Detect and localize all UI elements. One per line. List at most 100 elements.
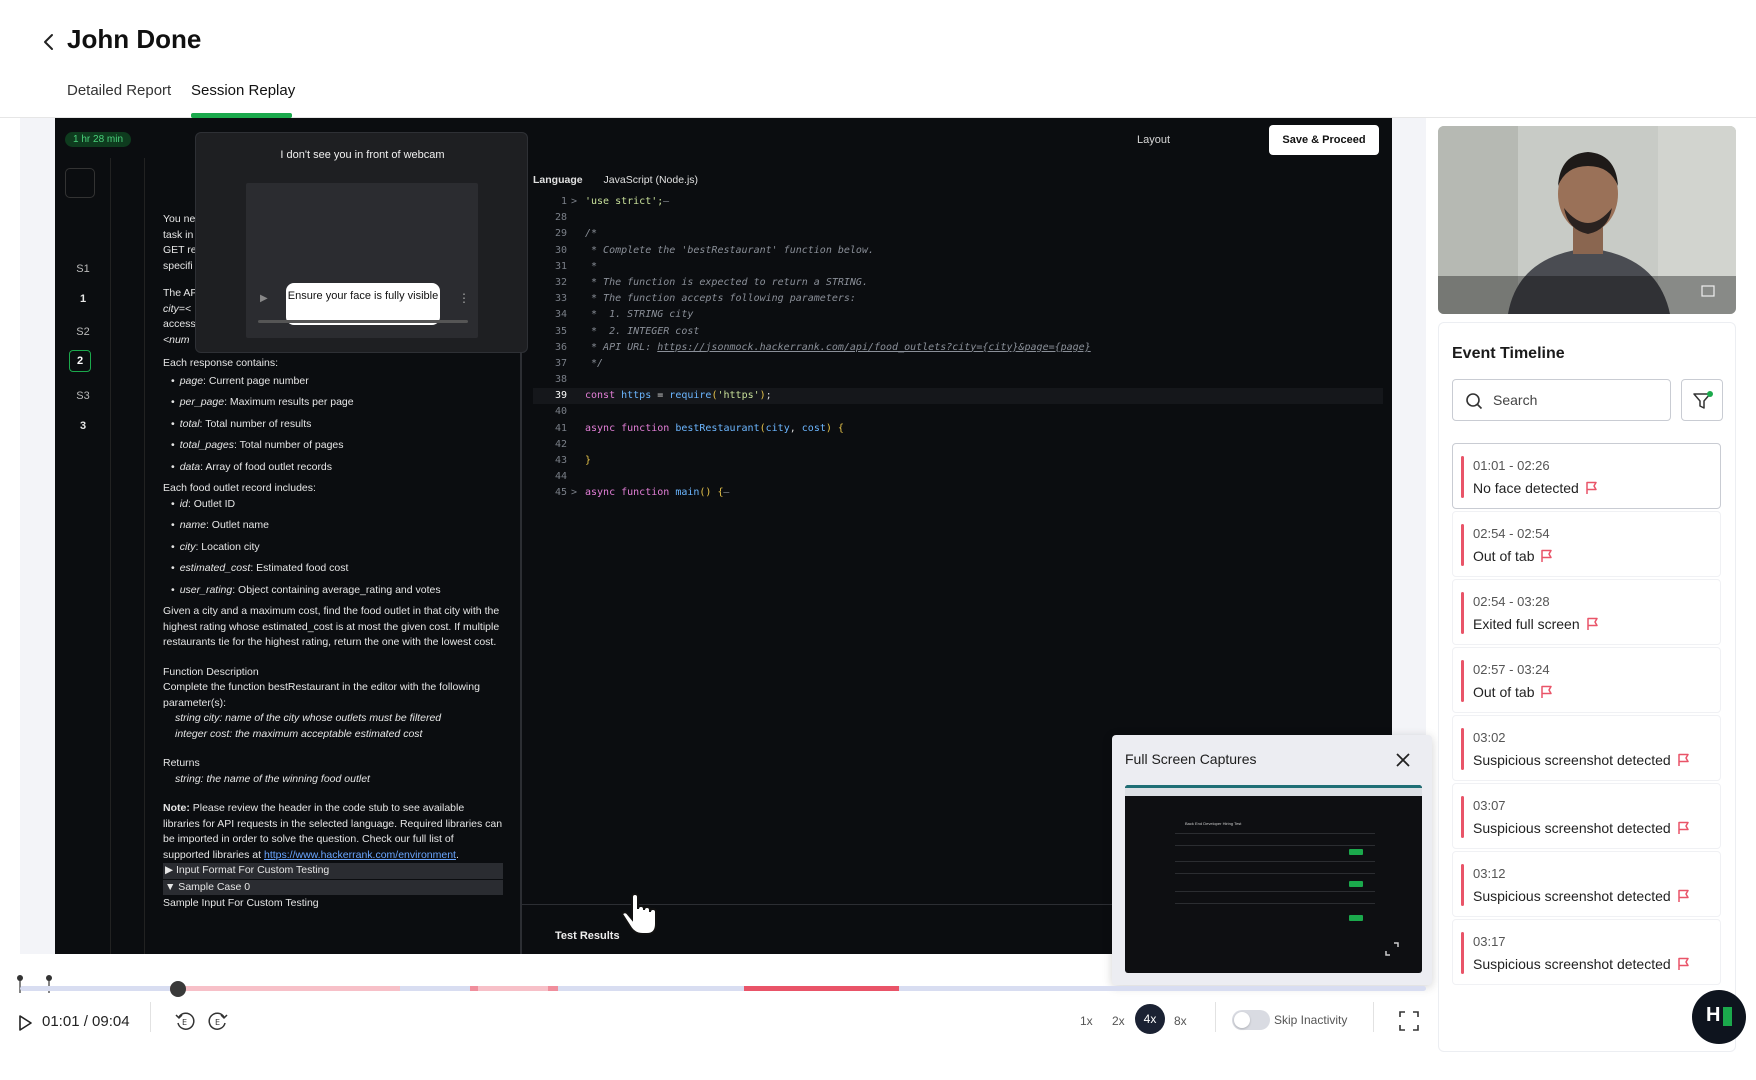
forward-event-icon[interactable]: E	[207, 1010, 229, 1032]
screen-capture-thumbnail[interactable]: Back End Developer Hiring Test	[1125, 785, 1422, 973]
tab-detailed-report[interactable]: Detailed Report	[67, 82, 171, 99]
timeline-event[interactable]: 02:54 - 03:28 Exited full screen	[1452, 579, 1721, 645]
code-token: main	[675, 487, 700, 499]
line-number: 40	[554, 406, 567, 418]
question-section-s1: S1	[76, 263, 90, 275]
flag-icon	[1677, 753, 1689, 766]
fullscreen-icon[interactable]	[1398, 1010, 1420, 1032]
timeline-event[interactable]: 03:07 Suspicious screenshot detected	[1452, 783, 1721, 849]
speed-1x-button[interactable]: 1x	[1080, 1014, 1093, 1028]
thumb-green-button	[1349, 915, 1363, 921]
code-line: 41 async function bestRestaurant(city, co…	[533, 421, 1383, 437]
svg-text:E: E	[215, 1018, 220, 1027]
code-token: —	[663, 196, 670, 207]
playback-controls: 01:01 / 09:04 E E 1x 2x 4x 8x Skip Inact…	[0, 1002, 1440, 1050]
response-item: data: Array of food outlet records	[171, 460, 503, 476]
question-nav: S1 1 S2 2 S3 3	[55, 158, 111, 954]
tab-session-replay[interactable]: Session Replay	[191, 82, 295, 99]
timeline-scrubber[interactable]	[20, 986, 1426, 991]
candidate-webcam-snapshot[interactable]	[1438, 126, 1736, 314]
returns-text: string: the name of the winning food out…	[175, 772, 370, 785]
code-line: 36 * API URL: https://jsonmock.hackerran…	[533, 340, 1383, 356]
timeline-event[interactable]: 03:02 Suspicious screenshot detected	[1452, 715, 1721, 781]
code-line: 44	[533, 469, 1383, 485]
speed-2x-button[interactable]: 2x	[1112, 1014, 1125, 1028]
code-token: ,	[789, 422, 802, 434]
code-token: /*	[585, 228, 598, 240]
timeline-event[interactable]: 03:17 Suspicious screenshot detected	[1452, 919, 1721, 985]
line-number: 32	[554, 276, 567, 288]
record-item: id: Outlet ID	[171, 497, 503, 513]
line-number: 42	[554, 438, 567, 450]
separator	[1373, 1002, 1374, 1032]
event-segment	[170, 986, 400, 991]
candidate-photo	[1438, 126, 1736, 314]
event-time: 03:12	[1473, 866, 1506, 881]
rewind-event-icon[interactable]: E	[174, 1010, 196, 1032]
timeline-event[interactable]: 01:01 - 02:26 No face detected	[1452, 443, 1721, 509]
fold-arrow-icon: >	[571, 487, 578, 499]
fold-arrow-icon: >	[571, 196, 578, 207]
event-time: 01:01 - 02:26	[1473, 458, 1550, 473]
play-icon[interactable]	[14, 1012, 36, 1034]
full-screen-captures-title: Full Screen Captures	[1125, 751, 1257, 767]
timeline-event[interactable]: 03:12 Suspicious screenshot detected	[1452, 851, 1721, 917]
hackerrank-logo-icon: H	[1706, 1004, 1721, 1026]
flag-icon	[1677, 889, 1689, 902]
thumb-row	[1175, 903, 1375, 904]
hackerrank-logo-button[interactable]: H	[1692, 990, 1746, 1044]
search-input[interactable]: Search	[1452, 379, 1671, 421]
event-segment	[478, 986, 548, 991]
response-list: page: Current page number per_page: Maxi…	[163, 374, 503, 476]
code-line: 43}	[533, 453, 1383, 469]
code-line: 30 * Complete the 'bestRestaurant' funct…	[533, 243, 1383, 259]
event-time: 02:54 - 03:28	[1473, 594, 1550, 609]
speed-8x-button[interactable]: 8x	[1174, 1014, 1187, 1028]
event-accent-bar	[1461, 864, 1464, 906]
event-timeline-panel: Event Timeline Search 01:01 - 02:26 No fa…	[1438, 322, 1736, 1052]
thumb-row	[1175, 873, 1375, 874]
code-token: =	[651, 390, 670, 402]
code-line: 37 */	[533, 356, 1383, 372]
back-arrow-icon[interactable]	[40, 30, 58, 54]
thumb-green-button	[1349, 849, 1363, 855]
timeline-event[interactable]: 02:57 - 03:24 Out of tab	[1452, 647, 1721, 713]
filter-icon	[1693, 391, 1713, 409]
scrubber-handle[interactable]	[170, 981, 186, 997]
thumb-row	[1175, 833, 1375, 834]
question-2-active: 2	[69, 350, 91, 372]
code-token: https://jsonmock.hackerrank.com/api/food…	[657, 341, 1091, 353]
play-icon: ▶	[260, 293, 268, 304]
line-number: 33	[554, 293, 567, 305]
playback-time: 01:01 / 09:04	[42, 1013, 130, 1030]
filter-button[interactable]	[1681, 379, 1723, 421]
flag-icon	[1586, 617, 1598, 630]
line-number: 34	[554, 309, 567, 321]
function-description-heading: Function Description	[163, 665, 259, 678]
task-text: Given a city and a maximum cost, find th…	[163, 605, 500, 648]
skip-inactivity-toggle[interactable]	[1232, 1010, 1270, 1030]
flag-icon	[1541, 549, 1553, 562]
event-label: Out of tab	[1473, 684, 1553, 700]
line-number: 44	[554, 471, 567, 483]
question-side-column	[111, 158, 145, 954]
nav-toggle-box	[65, 168, 95, 198]
question-3: 3	[79, 420, 87, 432]
event-timeline-title: Event Timeline	[1452, 345, 1565, 362]
thumb-row	[1175, 891, 1375, 892]
thumb-heading: Back End Developer Hiring Test	[1185, 821, 1242, 826]
thumb-row	[1175, 845, 1375, 846]
timeline-event[interactable]: 02:54 - 02:54 Out of tab	[1452, 511, 1721, 577]
close-icon[interactable]	[1394, 751, 1412, 769]
language-select: JavaScript (Node.js)	[603, 174, 699, 186]
flag-icon	[1677, 957, 1689, 970]
code-line: 28	[533, 210, 1383, 226]
speed-4x-button[interactable]: 4x	[1135, 1004, 1165, 1034]
line-number: 29	[554, 228, 567, 240]
event-label: Suspicious screenshot detected	[1473, 888, 1690, 904]
event-time: 03:07	[1473, 798, 1506, 813]
face-visibility-tooltip: Ensure your face is fully visible	[286, 283, 440, 325]
event-accent-bar	[1461, 932, 1464, 974]
code-line: 34 * 1. STRING city	[533, 307, 1383, 323]
expand-icon[interactable]	[1383, 940, 1401, 958]
